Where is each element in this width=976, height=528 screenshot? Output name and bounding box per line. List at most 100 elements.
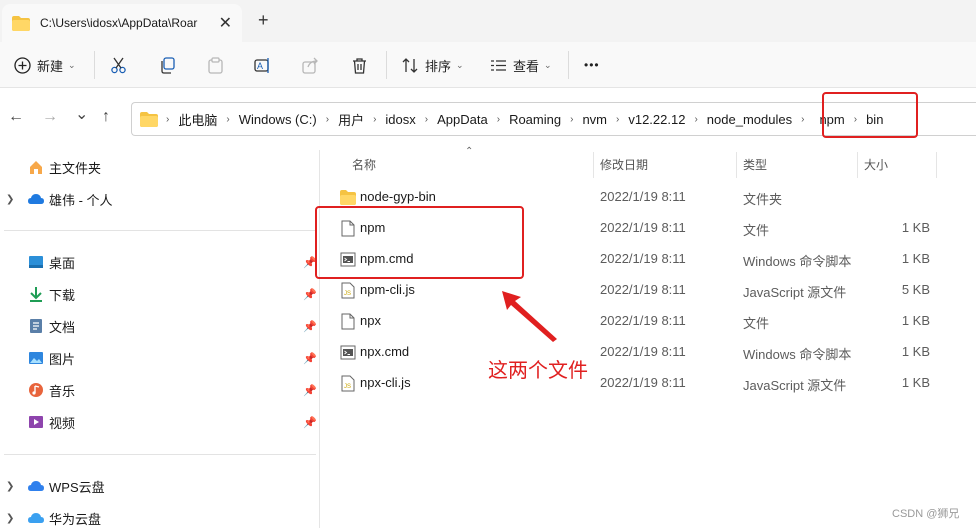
sidebar-item-label: 文档 bbox=[49, 319, 76, 335]
sort-icon bbox=[402, 57, 418, 73]
forward-button[interactable]: → bbox=[42, 108, 58, 126]
file-type: 文件夹 bbox=[743, 192, 783, 207]
breadcrumb-version[interactable]: v12.22.12 bbox=[628, 112, 685, 127]
file-name: node-gyp-bin bbox=[360, 189, 436, 204]
trash-icon bbox=[353, 57, 366, 74]
sidebar-item-wps-cloud[interactable]: ❯ WPS云盘 bbox=[0, 471, 320, 501]
chevron-down-icon: ⌄ bbox=[456, 59, 464, 70]
js-file-icon: JS bbox=[341, 282, 355, 299]
toolbar-divider bbox=[94, 51, 95, 79]
sidebar-item-huawei-cloud[interactable]: ❯ 华为云盘 bbox=[0, 503, 320, 528]
sidebar-item-desktop[interactable]: 桌面 📌 bbox=[0, 247, 320, 277]
file-icon bbox=[341, 313, 355, 330]
sidebar-divider bbox=[4, 230, 316, 231]
breadcrumb-separator: › bbox=[496, 113, 501, 125]
column-header-size[interactable]: 大小 bbox=[864, 156, 888, 173]
rename-button[interactable]: A bbox=[254, 42, 271, 88]
sidebar-item-downloads[interactable]: 下载 📌 bbox=[0, 279, 320, 309]
pin-icon[interactable]: 📌 bbox=[303, 288, 317, 301]
breadcrumb-node-modules[interactable]: node_modules bbox=[707, 112, 792, 127]
annotation-box-path bbox=[822, 92, 918, 138]
column-divider[interactable] bbox=[936, 152, 937, 178]
back-button[interactable]: ← bbox=[8, 108, 24, 126]
breadcrumb-roaming[interactable]: Roaming bbox=[509, 112, 561, 127]
sidebar-item-pictures[interactable]: 图片 📌 bbox=[0, 343, 320, 373]
pin-icon[interactable]: 📌 bbox=[303, 416, 317, 429]
breadcrumb-windows-c[interactable]: Windows (C:) bbox=[239, 112, 317, 127]
sort-button[interactable]: 排序 ⌄ bbox=[402, 42, 464, 88]
sidebar-item-onedrive[interactable]: ❯ 雄伟 - 个人 bbox=[0, 184, 320, 214]
breadcrumb-separator: › bbox=[373, 113, 377, 125]
file-type: Windows 命令脚本 bbox=[743, 254, 852, 269]
plus-circle-icon bbox=[14, 56, 31, 74]
svg-text:JS: JS bbox=[344, 384, 351, 390]
tab-title: C:\Users\idosx\AppData\Roar bbox=[40, 16, 198, 30]
column-header-name[interactable]: 名称 bbox=[352, 156, 376, 173]
file-name: npx-cli.js bbox=[360, 375, 411, 390]
cloud-icon bbox=[28, 481, 44, 491]
more-options-button[interactable]: ••• bbox=[584, 42, 600, 88]
table-row[interactable]: npx.cmd 2022/1/19 8:11 Windows 命令脚本 1 KB bbox=[321, 337, 976, 368]
file-size: 1 KB bbox=[901, 344, 930, 359]
breadcrumb-appdata[interactable]: AppData bbox=[437, 112, 488, 127]
delete-button[interactable] bbox=[351, 42, 368, 88]
file-type: 文件 bbox=[743, 316, 770, 331]
chevron-right-icon[interactable]: ❯ bbox=[6, 513, 14, 524]
chevron-down-icon: ⌄ bbox=[68, 59, 76, 70]
breadcrumb-nvm[interactable]: nvm bbox=[582, 112, 607, 127]
recent-locations-button[interactable]: ⌄ bbox=[75, 104, 88, 124]
new-button[interactable]: 新建 ⌄ bbox=[14, 42, 76, 88]
watermark: CSDN @狮兄 bbox=[892, 508, 960, 520]
breadcrumb-this-pc[interactable]: 此电脑 bbox=[178, 110, 217, 129]
table-row[interactable]: JS npm-cli.js 2022/1/19 8:11 JavaScript … bbox=[321, 275, 976, 306]
column-divider[interactable] bbox=[857, 152, 858, 178]
share-button[interactable] bbox=[302, 42, 319, 88]
tab-current[interactable]: C:\Users\idosx\AppData\Roar ✕ bbox=[2, 4, 242, 42]
documents-icon bbox=[30, 319, 42, 333]
view-button[interactable]: 查看 ⌄ bbox=[490, 42, 552, 88]
breadcrumb-separator: › bbox=[570, 113, 574, 125]
file-date: 2022/1/19 8:11 bbox=[600, 251, 686, 266]
pin-icon[interactable]: 📌 bbox=[303, 352, 317, 365]
file-type: JavaScript 源文件 bbox=[743, 378, 847, 393]
sidebar-item-videos[interactable]: 视频 📌 bbox=[0, 407, 320, 437]
sidebar-item-documents[interactable]: 文档 📌 bbox=[0, 311, 320, 341]
sort-ascending-icon: ⌃ bbox=[465, 146, 474, 157]
file-size: 1 KB bbox=[901, 313, 930, 328]
svg-text:A: A bbox=[257, 61, 263, 71]
file-type: JavaScript 源文件 bbox=[743, 285, 847, 300]
new-button-label: 新建 bbox=[37, 58, 64, 74]
share-icon bbox=[302, 57, 318, 74]
breadcrumb-users[interactable]: 用户 bbox=[338, 110, 364, 129]
file-date: 2022/1/19 8:11 bbox=[600, 189, 686, 204]
new-tab-button[interactable]: + bbox=[258, 10, 269, 31]
paste-button[interactable] bbox=[207, 42, 224, 88]
column-header-type[interactable]: 类型 bbox=[743, 156, 767, 173]
list-view-icon bbox=[491, 59, 506, 71]
download-icon bbox=[30, 287, 42, 302]
column-divider[interactable] bbox=[593, 152, 594, 178]
sidebar-item-home[interactable]: 主文件夹 bbox=[0, 152, 320, 182]
file-name: npx bbox=[360, 313, 381, 328]
file-type: Windows 命令脚本 bbox=[743, 347, 852, 362]
file-size: 1 KB bbox=[901, 375, 930, 390]
table-row[interactable]: JS npx-cli.js 2022/1/19 8:11 JavaScript … bbox=[321, 368, 976, 399]
file-name: npx.cmd bbox=[360, 344, 410, 359]
up-button[interactable]: ↑ bbox=[102, 108, 110, 126]
breadcrumb-idosx[interactable]: idosx bbox=[385, 112, 415, 127]
pin-icon[interactable]: 📌 bbox=[303, 384, 317, 397]
chevron-right-icon[interactable]: ❯ bbox=[6, 481, 14, 492]
chevron-right-icon[interactable]: ❯ bbox=[6, 194, 14, 205]
breadcrumb-separator: › bbox=[226, 113, 230, 125]
file-size: 1 KB bbox=[901, 251, 930, 266]
column-divider[interactable] bbox=[736, 152, 737, 178]
pin-icon[interactable]: 📌 bbox=[303, 320, 317, 333]
column-header-date[interactable]: 修改日期 bbox=[600, 156, 648, 173]
home-icon bbox=[30, 161, 42, 174]
copy-button[interactable] bbox=[159, 42, 176, 88]
close-tab-button[interactable]: ✕ bbox=[219, 13, 232, 33]
sidebar-item-music[interactable]: 音乐 📌 bbox=[0, 375, 320, 405]
sidebar-item-label: 下载 bbox=[49, 287, 76, 303]
cut-button[interactable] bbox=[110, 42, 127, 88]
table-row[interactable]: npx 2022/1/19 8:11 文件 1 KB bbox=[321, 306, 976, 337]
